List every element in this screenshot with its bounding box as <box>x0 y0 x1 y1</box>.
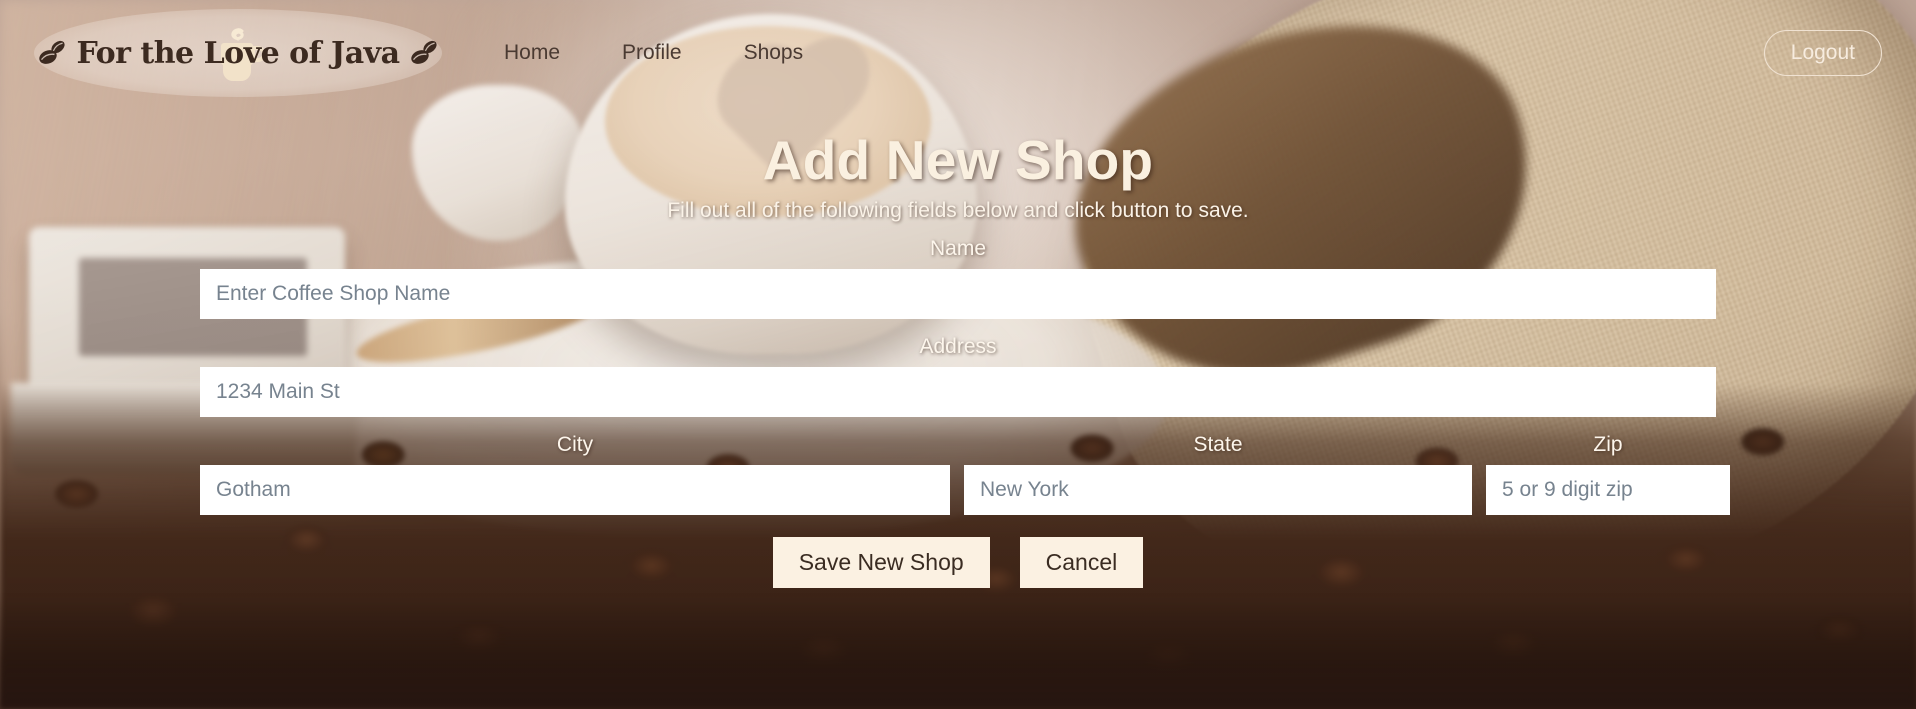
cancel-button[interactable]: Cancel <box>1019 537 1144 589</box>
shop-name-input[interactable] <box>200 269 1716 320</box>
brand-name-text: For the Love of Java <box>76 35 400 71</box>
page-root: For the Love of Java Home Profile Shops … <box>0 0 1916 709</box>
save-new-shop-button[interactable]: Save New Shop <box>772 537 990 589</box>
add-shop-form: Name Address City State Zip <box>200 237 1730 589</box>
logout-button[interactable]: Logout <box>1763 30 1882 76</box>
form-actions: Save New Shop Cancel <box>200 537 1716 589</box>
label-city: City <box>556 433 594 457</box>
navbar: For the Love of Java Home Profile Shops … <box>0 0 1916 106</box>
coffee-bean-icon <box>39 40 66 64</box>
nav-link-shops[interactable]: Shops <box>744 41 804 65</box>
label-address: Address <box>919 335 997 359</box>
label-name: Name <box>929 237 987 261</box>
field-group-address: Address <box>200 335 1716 418</box>
page-subtitle: Fill out all of the following fields bel… <box>667 199 1249 223</box>
nav-link-profile[interactable]: Profile <box>622 41 682 65</box>
brand-text-wrapper: For the Love of Java <box>37 36 438 71</box>
label-state: State <box>1193 433 1243 457</box>
nav-links: Home Profile Shops <box>504 41 803 65</box>
field-group-state: State <box>964 433 1472 516</box>
label-zip: Zip <box>1593 433 1623 457</box>
nav-link-home[interactable]: Home <box>504 41 560 65</box>
state-input[interactable] <box>964 465 1472 516</box>
field-group-zip: Zip <box>1486 433 1730 516</box>
address-input[interactable] <box>200 367 1716 418</box>
brand-logo[interactable]: For the Love of Java <box>34 5 442 101</box>
city-input[interactable] <box>200 465 950 516</box>
main-content: Add New Shop Fill out all of the followi… <box>0 106 1916 589</box>
coffee-bean-icon <box>410 40 437 64</box>
field-group-city: City <box>200 433 950 516</box>
zip-input[interactable] <box>1486 465 1730 516</box>
page-title: Add New Shop <box>762 129 1154 191</box>
field-group-name: Name <box>200 237 1716 320</box>
city-state-zip-row: City State Zip <box>200 433 1730 516</box>
